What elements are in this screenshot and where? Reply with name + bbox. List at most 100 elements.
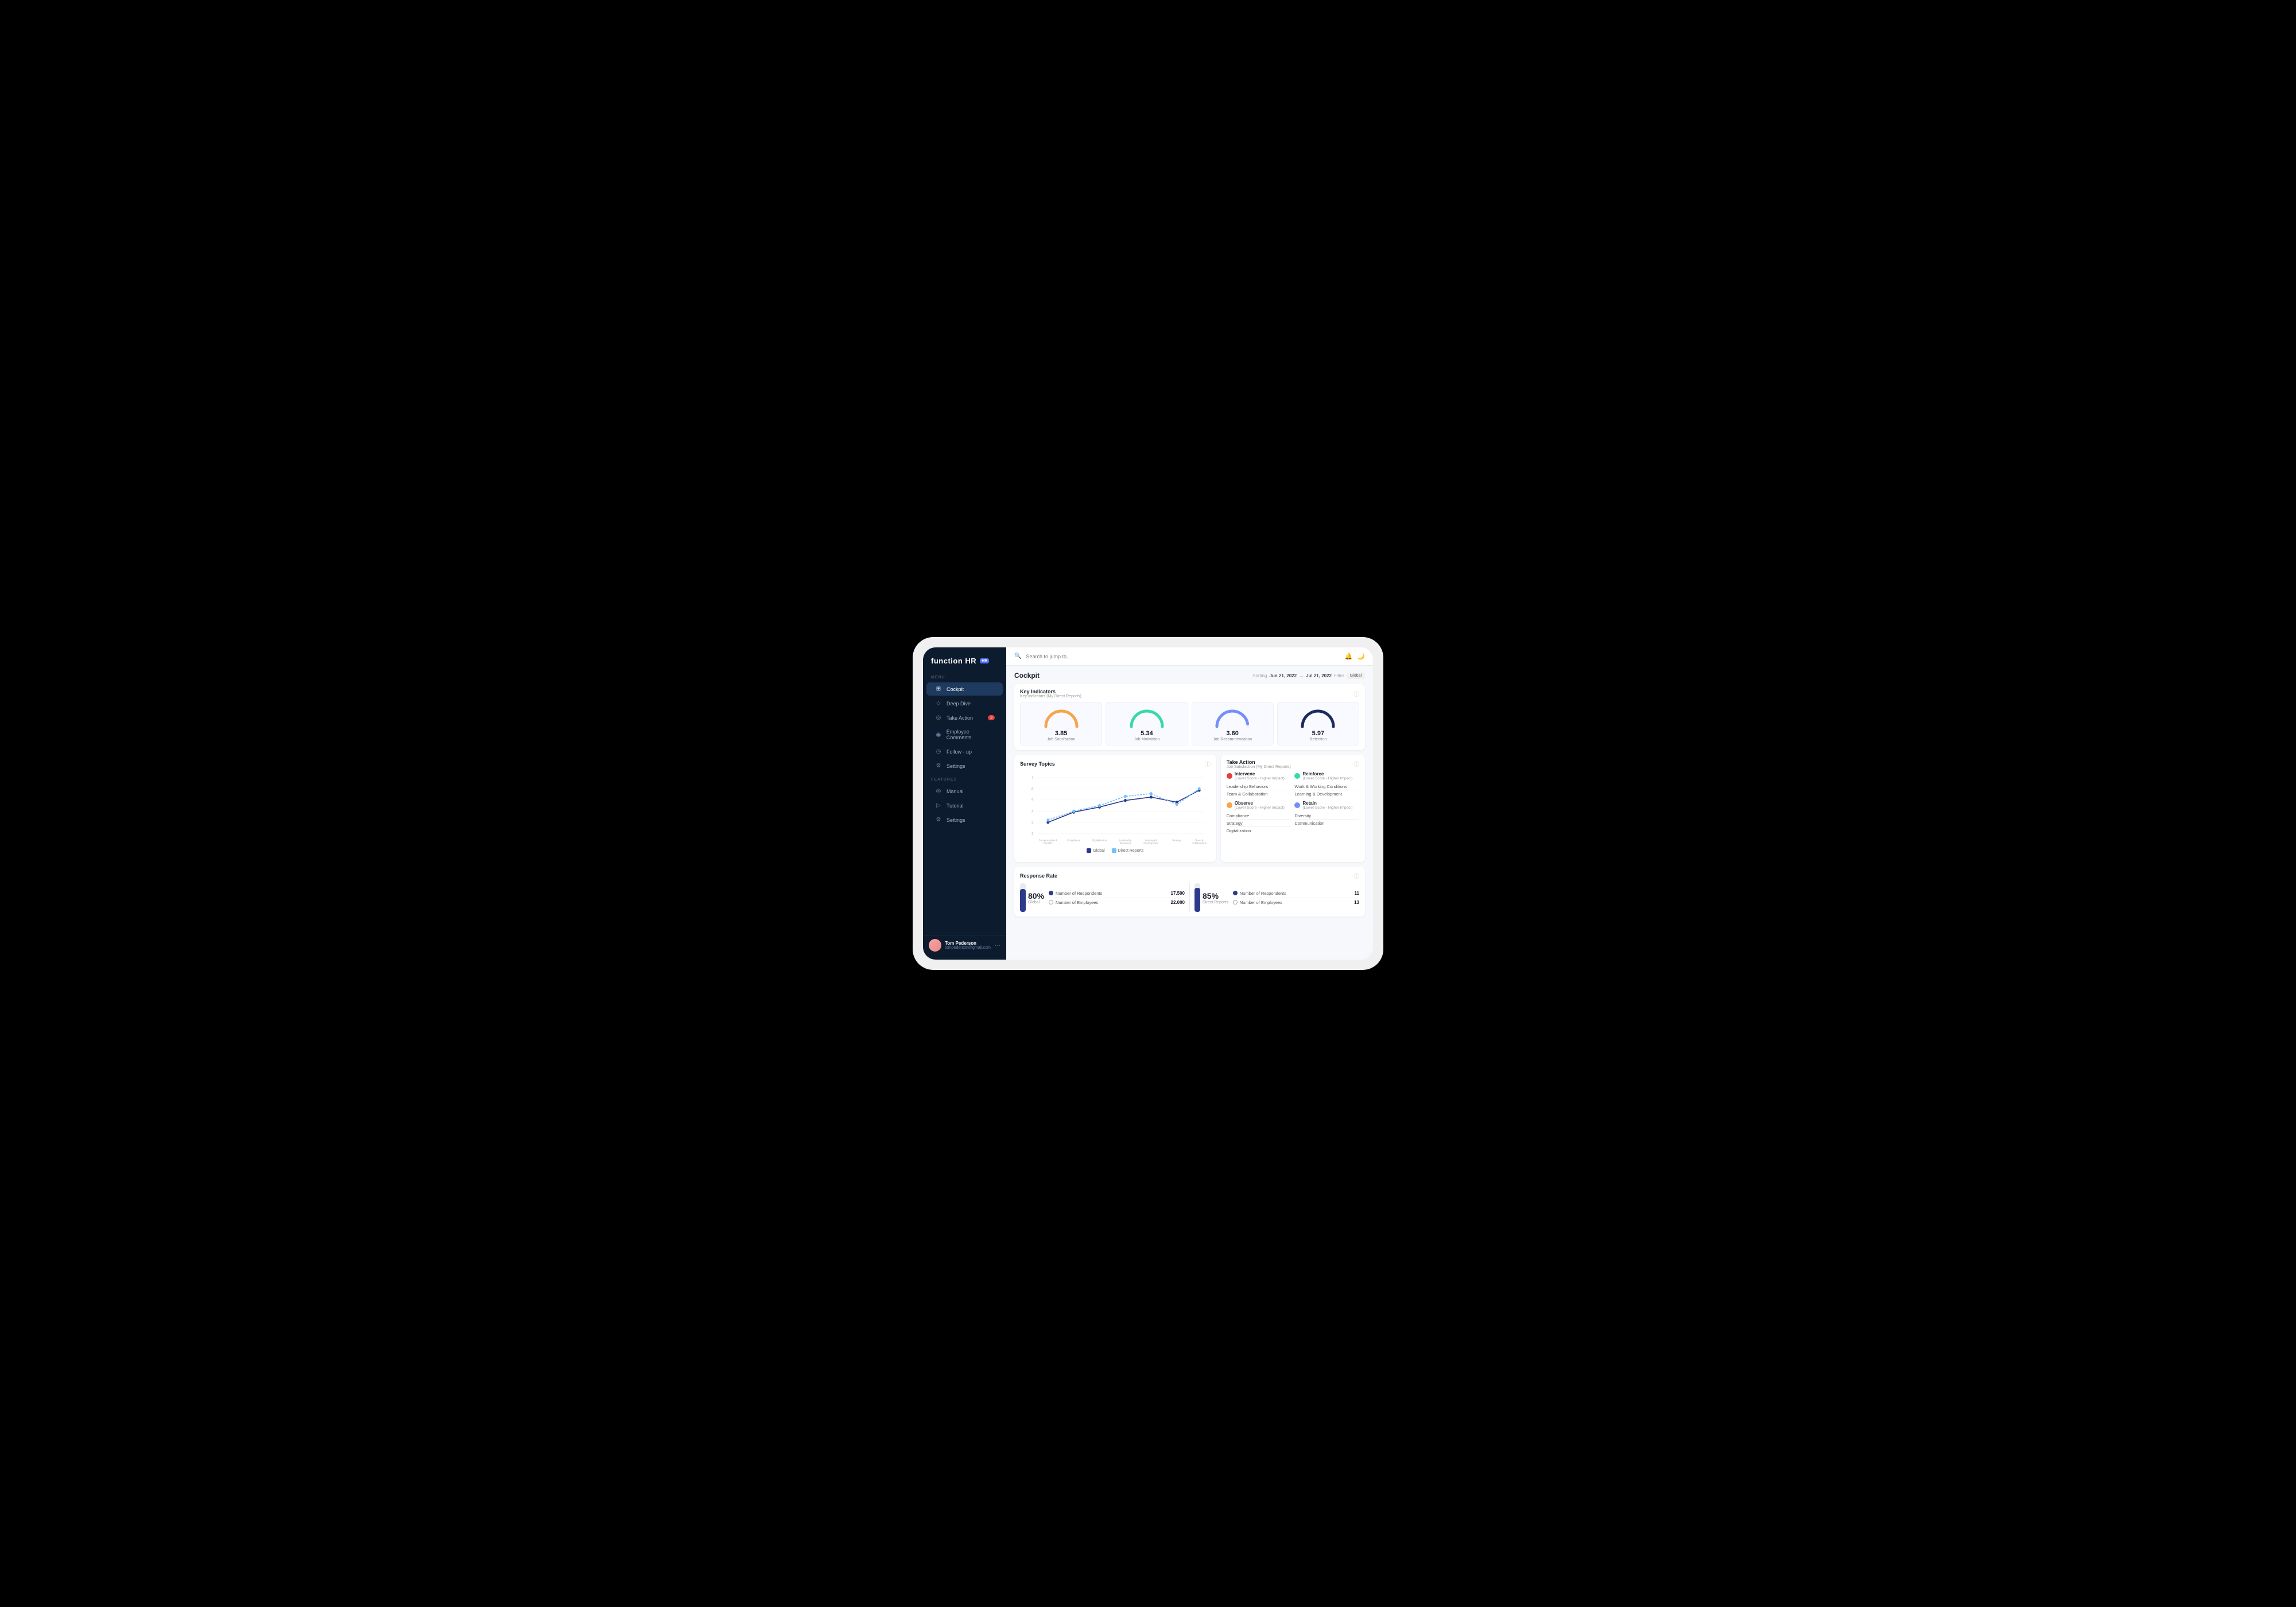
take-action-grid: Intervene (Lower Score - Higher Impact) …: [1227, 771, 1359, 834]
indicator-more-1[interactable]: ···: [1093, 705, 1098, 711]
intervene-subtitle: (Lower Score - Higher Impact): [1235, 777, 1285, 781]
logo-text: function HR: [931, 657, 976, 665]
gauge-value-1: 3.85: [1025, 730, 1097, 737]
gauge-value-4: 5.97: [1282, 730, 1354, 737]
quadrant-reinforce: Reinforce (Lower Score - Higher Impact) …: [1294, 771, 1359, 797]
svg-text:3: 3: [1031, 821, 1034, 825]
response-block-direct: 85% Direct Reports Number of Respondents: [1194, 883, 1359, 912]
manual-icon: ◎: [934, 788, 943, 794]
sidebar-item-take-action[interactable]: ◎ Take Action 3: [926, 711, 1003, 724]
gauge-job-motivation: [1127, 706, 1167, 729]
sidebar-logo: function HR HR: [923, 654, 1006, 671]
retain-dot: [1294, 802, 1300, 808]
topbar-icons: 🔔 🌙: [1345, 653, 1365, 660]
sidebar-item-tutorial[interactable]: ▷ Tutorial: [926, 799, 1003, 812]
stat-left-employees-direct: Number of Employees: [1233, 900, 1282, 905]
stat-left-respondents-global: Number of Respondents: [1049, 891, 1102, 896]
response-row: 80% Global Number of Respondents: [1020, 883, 1359, 912]
content-area: Cockpit Sorting Jun 21, 2022 → Jul 21, 2…: [1006, 666, 1373, 960]
key-indicators-title: Key Indicators: [1020, 689, 1081, 694]
gauge-job-satisfaction: [1041, 706, 1081, 729]
response-rate-info-icon[interactable]: ⓘ: [1353, 871, 1359, 880]
svg-text:Benefits: Benefits: [1044, 842, 1053, 845]
sorting-arrow: →: [1299, 673, 1304, 678]
two-col-section: Survey Topics ⓘ: [1014, 755, 1365, 862]
stat-value-respondents-global: 17.500: [1171, 891, 1185, 896]
indicator-job-recommendation: ··· 3.60 Job Recommendation: [1192, 702, 1274, 746]
moon-icon[interactable]: 🌙: [1357, 653, 1365, 660]
stat-left-employees-global: Number of Employees: [1049, 900, 1098, 905]
sidebar-item-label-take-action: Take Action: [947, 715, 973, 721]
stat-label-employees-global: Number of Employees: [1056, 900, 1098, 905]
topbar: 🔍 🔔 🌙: [1006, 647, 1373, 666]
sidebar-user: Tom Pederson tompederson@gmail.com ···: [923, 935, 1006, 955]
page-meta: Sorting Jun 21, 2022 → Jul 21, 2022 Filt…: [1252, 673, 1365, 679]
response-stats-direct: Number of Respondents 11 Number of Emplo…: [1233, 889, 1359, 907]
key-indicators-card: Key Indicators Key Indicators (My Direct…: [1014, 684, 1365, 750]
sidebar-item-settings2[interactable]: ⚙ Settings: [926, 813, 1003, 826]
reinforce-title: Reinforce: [1302, 771, 1352, 777]
indicator-more-4[interactable]: ···: [1350, 705, 1355, 711]
sidebar-item-label-employee-comments: Employee Comments: [947, 729, 995, 740]
take-action-title: Take Action: [1227, 759, 1291, 765]
quadrant-header-intervene: Intervene (Lower Score - Higher Impact): [1227, 771, 1292, 781]
response-rate-title: Response Rate: [1020, 873, 1057, 879]
user-more-button[interactable]: ···: [995, 942, 1000, 949]
gauge-label-4: Retention: [1282, 737, 1354, 742]
survey-chart-area: 7 6 5 4 3 2: [1020, 771, 1211, 846]
sidebar-item-label-deep-dive: Deep Dive: [947, 701, 971, 707]
intervene-item-0: Leadership Behaviors: [1227, 783, 1292, 790]
user-name: Tom Pederson: [945, 941, 991, 946]
sidebar-item-employee-comments[interactable]: ◉ Employee Comments: [926, 725, 1003, 744]
svg-text:Behaviors: Behaviors: [1120, 842, 1131, 845]
legend-label-global: Global: [1093, 849, 1104, 853]
filter-value: Global: [1347, 673, 1365, 679]
take-action-info-icon[interactable]: ⓘ: [1353, 759, 1359, 768]
stat-left-respondents-direct: Number of Respondents: [1233, 891, 1286, 896]
chart-legend: Global Direct Reports: [1020, 848, 1211, 853]
notification-icon[interactable]: 🔔: [1345, 653, 1353, 660]
stat-label-respondents-global: Number of Respondents: [1056, 891, 1102, 896]
response-pct-text-global: 80%: [1028, 891, 1044, 900]
stat-circle-respondents-direct: [1233, 891, 1238, 895]
sorting-label: Sorting: [1252, 673, 1267, 678]
employee-comments-icon: ◉: [934, 732, 943, 738]
take-action-header: Take Action Job Satisfaction (My Direct …: [1227, 759, 1359, 769]
sidebar-item-label-settings2: Settings: [947, 817, 965, 823]
tablet-frame: function HR HR MENU ⊞ Cockpit ⬦ Deep Div…: [913, 637, 1383, 970]
legend-global: Global: [1087, 848, 1104, 853]
svg-text:2: 2: [1031, 832, 1034, 836]
intervene-item-1: Team & Collaboration: [1227, 790, 1292, 797]
response-stats-global: Number of Respondents 17.500 Number of E…: [1049, 889, 1185, 907]
sidebar-item-cockpit[interactable]: ⊞ Cockpit: [926, 682, 1003, 696]
stat-circle-respondents-global: [1049, 891, 1053, 895]
survey-topics-info-icon[interactable]: ⓘ: [1205, 759, 1211, 768]
svg-text:Digitalization: Digitalization: [1092, 839, 1107, 841]
response-pct-label-direct: Direct Reports: [1203, 900, 1228, 905]
indicator-more-2[interactable]: ···: [1179, 705, 1184, 711]
take-action-card: Take Action Job Satisfaction (My Direct …: [1221, 755, 1365, 862]
sidebar-item-manual[interactable]: ◎ Manual: [926, 785, 1003, 798]
take-action-badge: 3: [988, 715, 995, 720]
search-input[interactable]: [1026, 654, 1340, 659]
sidebar-item-settings[interactable]: ⚙ Settings: [926, 759, 1003, 773]
reinforce-dot: [1294, 773, 1300, 779]
reinforce-item-0: Work & Working Conditions: [1294, 783, 1359, 790]
legend-direct: Direct Reports: [1112, 848, 1144, 853]
sidebar-item-deep-dive[interactable]: ⬦ Deep Dive: [926, 697, 1003, 710]
sidebar: function HR HR MENU ⊞ Cockpit ⬦ Deep Div…: [923, 647, 1006, 960]
user-email: tompederson@gmail.com: [945, 946, 991, 950]
survey-topics-header: Survey Topics ⓘ: [1020, 759, 1211, 768]
retain-item-0: Diversity: [1294, 812, 1359, 820]
key-indicators-info-icon[interactable]: ⓘ: [1353, 689, 1359, 698]
response-pct-fill-direct: [1194, 888, 1200, 913]
sidebar-item-follow-up[interactable]: ◷ Follow - up: [926, 745, 1003, 758]
indicator-more-3[interactable]: ···: [1265, 705, 1270, 711]
observe-item-2: Digitalization: [1227, 827, 1292, 834]
user-avatar: [929, 939, 941, 952]
search-icon: 🔍: [1014, 653, 1021, 659]
response-pct-fill-global: [1020, 889, 1026, 912]
response-rate-card: Response Rate ⓘ 80%: [1014, 867, 1365, 917]
quadrant-header-observe: Observe (Lower Score - Higher Impact): [1227, 801, 1292, 810]
menu-section-label: MENU: [923, 671, 1006, 682]
